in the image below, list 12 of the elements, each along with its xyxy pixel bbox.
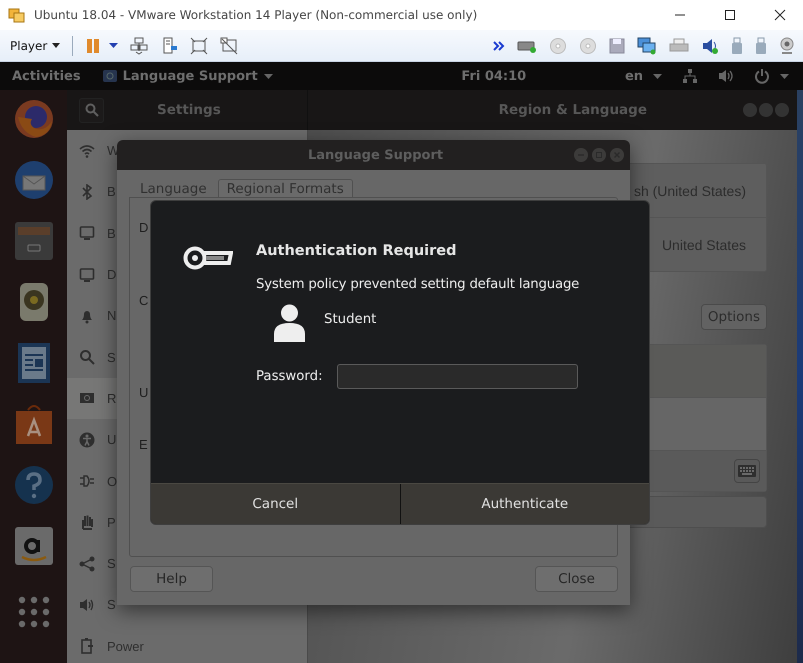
dialog-message: System policy prevented setting default language [256, 277, 580, 292]
window-title: Ubuntu 18.04 - VMware Workstation 14 Player (Non-commercial use only) [34, 8, 478, 22]
label-fragment: C [139, 293, 148, 308]
dialog-title: Authentication Required [256, 242, 458, 260]
panel-title: Region & Language [498, 102, 647, 118]
label-fragment: E [139, 437, 148, 452]
user-name: Student [324, 312, 376, 327]
password-label: Password: [256, 369, 323, 384]
label-fragment: U [139, 385, 148, 400]
label-fragment: D [139, 220, 148, 235]
settings-title: Settings [157, 102, 221, 118]
window-title: Language Support [308, 148, 444, 162]
